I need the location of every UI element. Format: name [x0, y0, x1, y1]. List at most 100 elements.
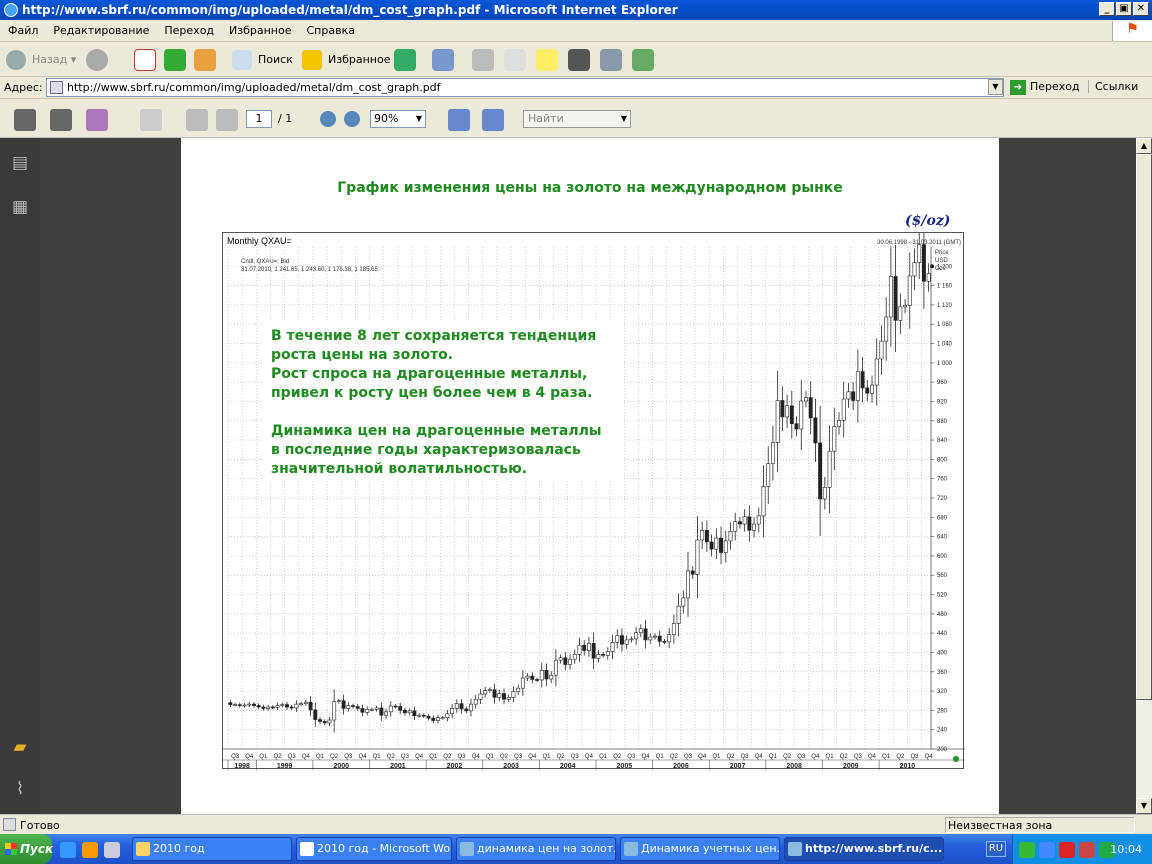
candle-body: [502, 693, 506, 700]
messenger-icon[interactable]: [632, 49, 654, 71]
edit-icon[interactable]: [504, 49, 526, 71]
forward-button[interactable]: [86, 49, 108, 71]
candle-body: [884, 316, 889, 342]
x-year-label: 1999: [277, 763, 293, 770]
address-dropdown[interactable]: ▼: [988, 79, 1003, 95]
start-button[interactable]: Пуск: [0, 834, 53, 864]
tray-tool-icon[interactable]: [1079, 842, 1095, 858]
address-label: Адрес:: [4, 81, 43, 94]
candle-body: [761, 486, 766, 517]
zoom-in-icon[interactable]: [344, 111, 360, 127]
page-number-input[interactable]: 1: [246, 110, 272, 128]
task-ie-1[interactable]: динамика цен на золот...: [456, 837, 616, 861]
back-button[interactable]: Назад ▾: [4, 47, 76, 73]
scroll-thumb[interactable]: [1136, 154, 1152, 700]
word-icon: [300, 842, 314, 856]
address-input[interactable]: http://www.sbrf.ru/common/img/uploaded/m…: [46, 78, 1004, 97]
x-quarter-label: Q3: [514, 754, 523, 760]
candle-body: [398, 706, 403, 711]
candle-body: [497, 693, 502, 698]
pdf-share-icon[interactable]: [86, 109, 108, 131]
favorites-button[interactable]: Избранное: [300, 47, 390, 73]
links-button[interactable]: Ссылки: [1088, 80, 1138, 93]
history-icon[interactable]: [394, 49, 416, 71]
tray-antivirus-icon[interactable]: [1059, 842, 1075, 858]
pages-icon[interactable]: ▤: [9, 152, 31, 174]
candle-body: [851, 391, 856, 401]
language-indicator[interactable]: RU: [986, 841, 1006, 857]
home-icon[interactable]: [194, 49, 216, 71]
candle-body: [346, 705, 351, 709]
mail-icon[interactable]: [432, 49, 454, 71]
vertical-scrollbar[interactable]: ▲ ▼: [1136, 138, 1152, 814]
zoom-select[interactable]: 90% ▼: [370, 110, 426, 128]
candle-body: [770, 442, 775, 465]
stop-icon[interactable]: [134, 49, 156, 71]
candle-body: [388, 705, 393, 713]
menu-go[interactable]: Переход: [156, 20, 221, 37]
fit-width-icon[interactable]: [448, 109, 470, 131]
x-quarter-label: Q2: [387, 754, 396, 760]
pdf-hand-icon[interactable]: [140, 109, 162, 131]
candle-body: [247, 703, 252, 706]
x-quarter-label: Q1: [769, 754, 778, 760]
annotation-line: Динамика цен на драгоценные металлы: [271, 423, 602, 439]
discuss-icon[interactable]: [536, 49, 558, 71]
candle-body: [620, 635, 624, 645]
task-ie-active[interactable]: http://www.sbrf.ru/c...: [784, 837, 944, 861]
task-folder[interactable]: 2010 год: [132, 837, 292, 861]
quicklaunch-ie-icon[interactable]: [60, 842, 76, 858]
pdf-print-icon[interactable]: [14, 109, 36, 131]
search-button[interactable]: Поиск: [230, 47, 293, 73]
k-icon[interactable]: [568, 49, 590, 71]
y-tick-label: 920: [937, 399, 948, 405]
pdf-save-icon[interactable]: [50, 109, 72, 131]
tray-network-icon[interactable]: [1019, 842, 1035, 858]
task-ie-2[interactable]: Динамика учетных цен...: [620, 837, 780, 861]
print-icon[interactable]: [472, 49, 494, 71]
comments-icon[interactable]: ▰: [9, 736, 31, 758]
candle-body: [728, 531, 733, 542]
next-page-icon[interactable]: [216, 109, 238, 131]
prev-page-icon[interactable]: [186, 109, 208, 131]
scroll-down-icon[interactable]: ▼: [1136, 798, 1152, 814]
y-tick-label: 680: [937, 515, 948, 521]
candle-body: [832, 426, 837, 452]
candle-body: [714, 537, 719, 550]
scroll-up-icon[interactable]: ▲: [1136, 138, 1152, 154]
refresh-icon[interactable]: [164, 49, 186, 71]
tray-sync-icon[interactable]: [1039, 842, 1055, 858]
fit-page-icon[interactable]: [482, 109, 504, 131]
y-tick-label: 840: [937, 438, 948, 444]
y-tick-label: 1 120: [937, 303, 953, 309]
bookmarks-icon[interactable]: ▦: [9, 196, 31, 218]
x-quarter-label: Q4: [811, 754, 820, 760]
price-unit: ($/oz): [905, 213, 951, 229]
menu-file[interactable]: Файл: [0, 20, 45, 37]
find-input[interactable]: Найти ▼: [523, 110, 631, 128]
y-tick-label: 1 200: [937, 264, 953, 270]
maximize-button[interactable]: ▣: [1116, 2, 1132, 16]
x-quarter-label: Q2: [840, 754, 849, 760]
quicklaunch-media-icon[interactable]: [82, 842, 98, 858]
menu-help[interactable]: Справка: [299, 20, 362, 37]
attachment-icon[interactable]: ⌇: [9, 778, 31, 800]
x-quarter-label: Q4: [302, 754, 311, 760]
menu-edit[interactable]: Редактирование: [45, 20, 156, 37]
x-quarter-label: Q4: [358, 754, 367, 760]
candle-body: [553, 659, 558, 676]
candle-body: [539, 670, 544, 681]
menu-favorites[interactable]: Избранное: [221, 20, 298, 37]
address-bar: Адрес: http://www.sbrf.ru/common/img/upl…: [0, 77, 1152, 99]
task-word[interactable]: 2010 год - Microsoft Word: [296, 837, 452, 861]
research-icon[interactable]: [600, 49, 622, 71]
annotation-line: в последние годы характеризовалась: [271, 442, 581, 458]
close-button[interactable]: ✕: [1133, 2, 1149, 16]
go-button[interactable]: ➔ Переход: [1010, 80, 1080, 95]
candle-body: [615, 635, 620, 643]
candle-body: [525, 675, 530, 679]
zoom-out-icon[interactable]: [320, 111, 336, 127]
go-arrow-icon: ➔: [1010, 80, 1026, 95]
minimize-button[interactable]: _: [1099, 2, 1115, 16]
quicklaunch-desktop-icon[interactable]: [104, 842, 120, 858]
